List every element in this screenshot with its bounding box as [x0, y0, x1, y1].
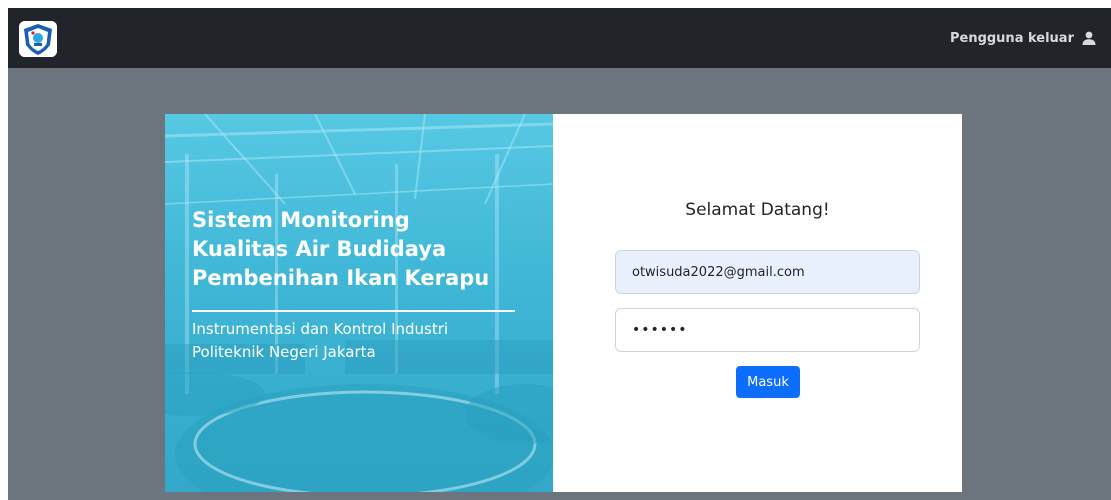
hero-banner: Sistem Monitoring Kualitas Air Budidaya …	[165, 114, 553, 492]
hero-title-line: Kualitas Air Budidaya	[192, 237, 447, 261]
login-button[interactable]: Masuk	[736, 366, 800, 398]
hero-title-line: Sistem Monitoring	[192, 208, 410, 232]
logout-label: Pengguna keluar	[949, 30, 1074, 46]
password-field[interactable]	[615, 308, 920, 352]
hero-title: Sistem Monitoring Kualitas Air Budidaya …	[192, 206, 542, 293]
hero-subtitle-line: Politeknik Negeri Jakarta	[192, 343, 376, 361]
hatchery-background-image	[165, 114, 553, 492]
email-field[interactable]	[615, 250, 920, 294]
hero-subtitle: Instrumentasi dan Kontrol Industri Polit…	[192, 318, 542, 364]
app: Pengguna keluar Sistem Monitoring Kualit…	[8, 8, 1111, 500]
hero-title-line: Pembenihan Ikan Kerapu	[192, 266, 490, 290]
institution-logo-icon[interactable]	[19, 21, 57, 57]
welcome-heading: Selamat Datang!	[685, 200, 830, 220]
logout-user-link[interactable]: Pengguna keluar	[950, 8, 1096, 68]
top-navbar: Pengguna keluar	[8, 8, 1111, 68]
hero-divider	[192, 310, 515, 312]
login-card: Sistem Monitoring Kualitas Air Budidaya …	[165, 114, 962, 492]
user-icon	[1082, 31, 1096, 45]
login-form: Selamat Datang! Masuk	[553, 114, 962, 492]
hero-subtitle-line: Instrumentasi dan Kontrol Industri	[192, 320, 449, 338]
